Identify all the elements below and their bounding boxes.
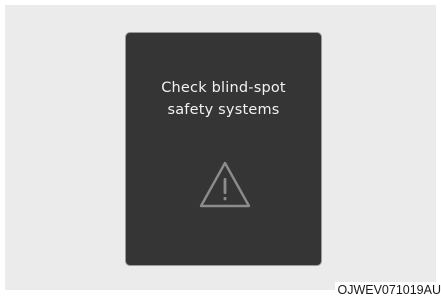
warning-triangle-icon	[199, 161, 251, 208]
figure-code-label: OJWEV071019AU	[335, 282, 441, 299]
warning-message-line-1: Check blind-spot	[161, 80, 286, 96]
warning-message-line-2: safety systems	[167, 102, 280, 118]
cluster-warning-panel: Check blind-spot safety systems	[125, 32, 322, 266]
warning-message: Check blind-spot safety systems	[126, 77, 321, 121]
